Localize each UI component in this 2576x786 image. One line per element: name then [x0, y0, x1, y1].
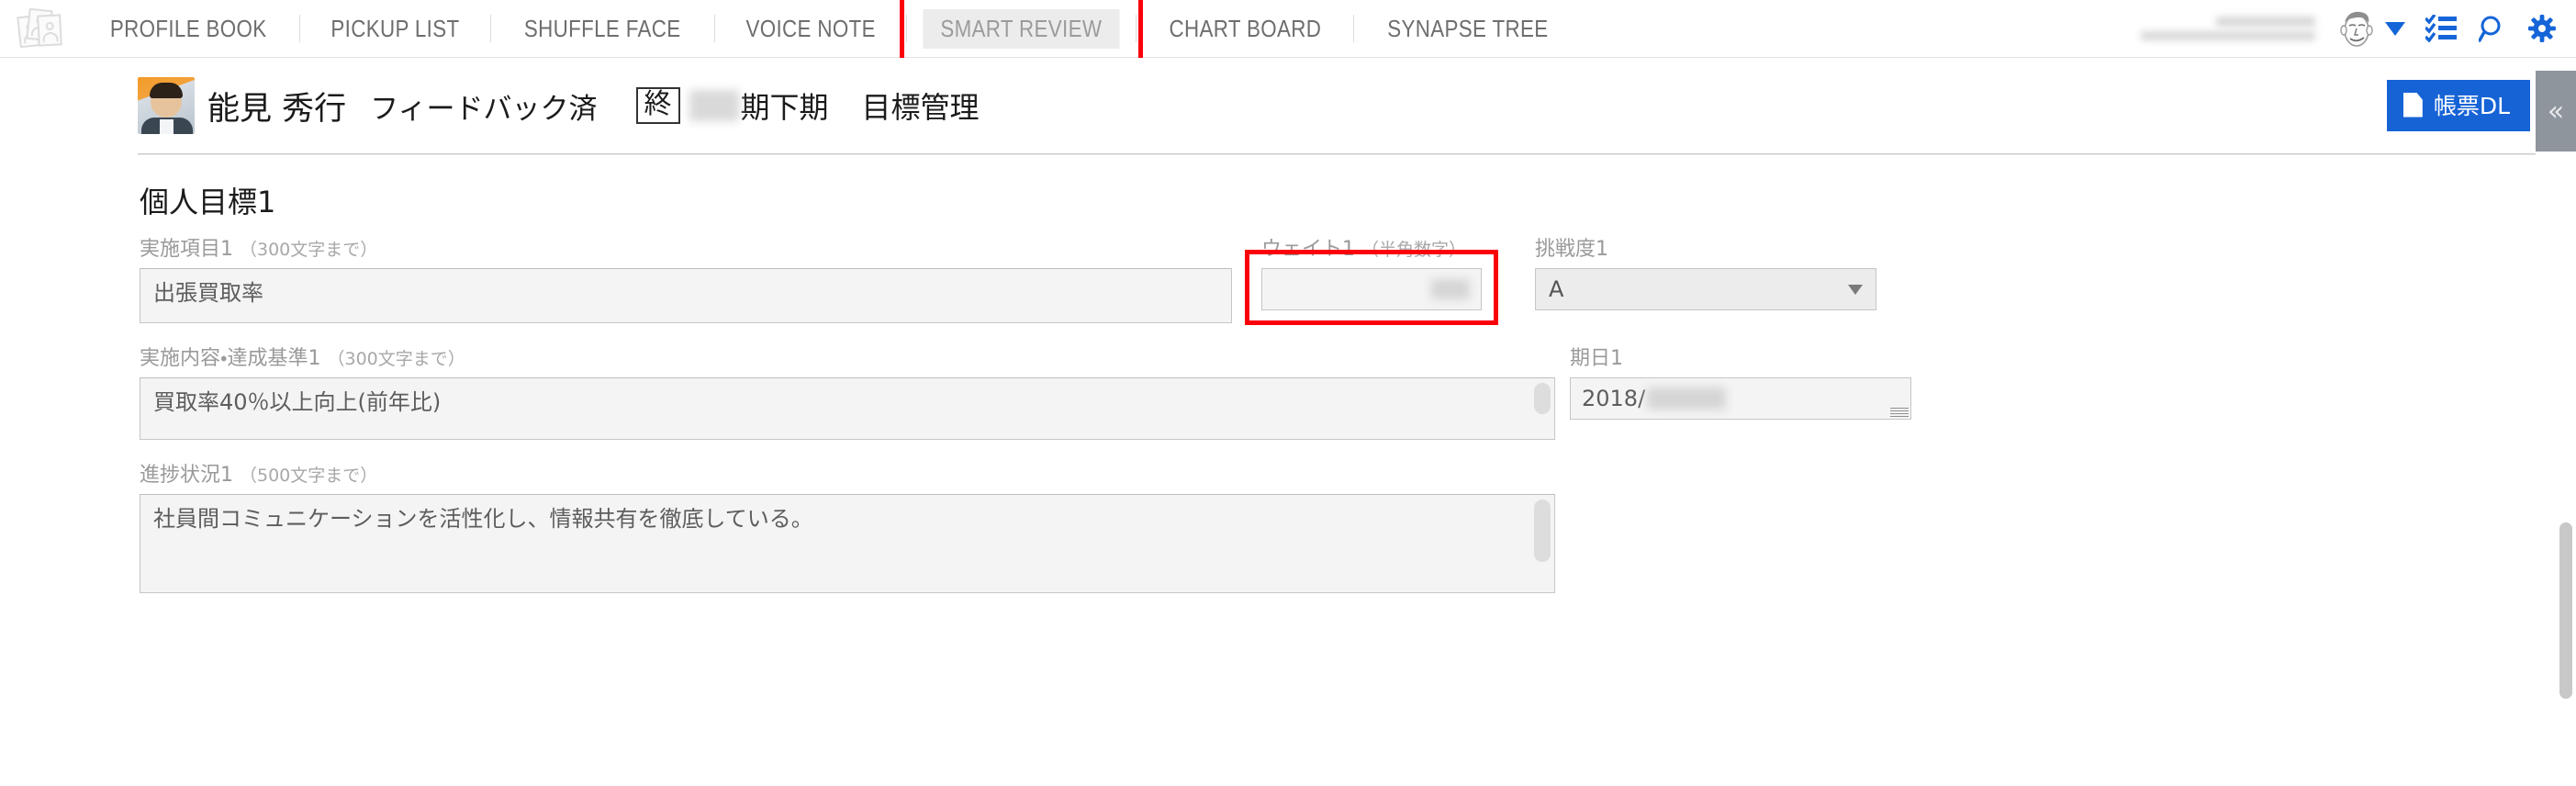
- nav-item-smart-review[interactable]: SMART REVIEW: [923, 8, 1120, 49]
- chevron-down-icon: [1848, 284, 1863, 295]
- download-report-label: 帳票DL: [2433, 93, 2510, 119]
- input-weight1[interactable]: [1261, 268, 1482, 310]
- input-item1[interactable]: 出張買取率: [140, 268, 1232, 323]
- nav-divider: [490, 15, 492, 42]
- goal-form: 実施項目1 （300文字まで） 出張買取率 ウェイト1 （半角数字） 挑戦度1 …: [0, 232, 2576, 593]
- nav-item-profile-book[interactable]: PROFILE BOOK: [93, 9, 284, 49]
- user-info-masked: [2141, 17, 2315, 40]
- document-header: 能見 秀行 フィードバック済 終 期下期 目標管理 帳票DL: [0, 58, 2576, 153]
- nav-item-chart-board[interactable]: CHART BOARD: [1151, 9, 1338, 49]
- field-item1: 実施項目1 （300文字まで） 出張買取率: [140, 232, 1232, 323]
- field-weight1: ウェイト1 （半角数字）: [1245, 232, 1498, 325]
- user-info-line-2-masked: [2141, 31, 2315, 40]
- employee-name: 能見 秀行: [207, 90, 347, 128]
- review-status-label: フィードバック済: [370, 92, 598, 126]
- checklist-icon[interactable]: [2424, 13, 2457, 43]
- field-challenge1: 挑戦度1 A: [1535, 232, 1876, 310]
- input-weight1-value-masked: [1431, 279, 1470, 299]
- field-label-duedate1: 期日1: [1570, 347, 1623, 370]
- input-criteria1[interactable]: 買取率40％以上向上(前年比): [140, 377, 1555, 440]
- input-duedate1-value-masked: [1647, 387, 1727, 410]
- nav-divider: [713, 15, 715, 42]
- nav-divider: [1353, 15, 1355, 42]
- input-duedate1[interactable]: 2018/: [1570, 377, 1911, 420]
- field-label-criteria1: 実施内容・達成基準1 （300文字まで）: [140, 347, 465, 370]
- user-avatar-icon[interactable]: [2337, 8, 2376, 49]
- field-duedate1: 期日1 2018/: [1570, 342, 1911, 420]
- resize-handle[interactable]: [1890, 408, 1909, 417]
- field-label-weight1: ウェイト1 （半角数字）: [1261, 238, 1467, 261]
- field-label-item1: 実施項目1 （300文字まで）: [140, 238, 378, 261]
- input-item1-value: 出張買取率: [153, 280, 263, 306]
- page-body: 能見 秀行 フィードバック済 終 期下期 目標管理 帳票DL « 個人目標1 実…: [0, 58, 2576, 786]
- nav-item-synapse-tree[interactable]: SYNAPSE TREE: [1371, 9, 1566, 49]
- page-title: 目標管理: [861, 90, 980, 125]
- chevron-down-icon[interactable]: [2385, 21, 2405, 36]
- field-criteria1: 実施内容・達成基準1 （300文字まで） 買取率40％以上向上(前年比): [140, 342, 1555, 440]
- form-row-3: 進捗状況1 （500文字まで） 社員間コミュニケーションを活性化し、情報共有を徹…: [140, 458, 2576, 593]
- photo-cards-logo-icon[interactable]: [17, 6, 64, 51]
- input-progress1[interactable]: 社員間コミュニケーションを活性化し、情報共有を徹底している。: [140, 494, 1555, 593]
- select-challenge1-value: A: [1549, 276, 1564, 302]
- gear-icon[interactable]: [2528, 15, 2556, 42]
- input-progress1-value: 社員間コミュニケーションを活性化し、情報共有を徹底している。: [153, 506, 813, 532]
- collapse-panel-button[interactable]: «: [2536, 71, 2576, 152]
- field-label-challenge1: 挑戦度1: [1535, 238, 1608, 261]
- nav-item-voice-note[interactable]: VOICE NOTE: [728, 9, 892, 49]
- textarea-scrollbar[interactable]: [1534, 383, 1551, 414]
- user-info-line-1-masked: [2216, 17, 2315, 27]
- nav-divider: [1135, 15, 1137, 42]
- document-icon: [2402, 92, 2423, 118]
- download-report-button[interactable]: 帳票DL: [2386, 80, 2530, 131]
- term-year-masked: [689, 90, 739, 121]
- nav-item-pickup-list[interactable]: PICKUP LIST: [314, 9, 477, 49]
- input-criteria1-value: 買取率40％以上向上(前年比): [153, 389, 442, 415]
- section-title-personal-goal: 個人目標1: [140, 185, 276, 219]
- search-icon[interactable]: [2478, 15, 2506, 42]
- nav-divider: [299, 15, 301, 42]
- field-progress1: 進捗状況1 （500文字まで） 社員間コミュニケーションを活性化し、情報共有を徹…: [140, 458, 1555, 593]
- field-label-progress1: 進捗状況1 （500文字まで）: [140, 464, 378, 487]
- page-scrollbar-thumb[interactable]: [2559, 522, 2572, 699]
- input-duedate1-value: 2018/: [1582, 386, 1646, 411]
- textarea-scrollbar[interactable]: [1534, 500, 1551, 562]
- employee-photo: [138, 77, 195, 134]
- form-row-2: 実施内容・達成基準1 （300文字まで） 買取率40％以上向上(前年比) 期日1…: [140, 342, 2576, 440]
- term-period-label: 期下期: [740, 90, 829, 125]
- nav-item-shuffle-face[interactable]: SHUFFLE FACE: [507, 9, 698, 49]
- term-badge: 終: [635, 87, 680, 124]
- smart-review-annotated-group: SMART REVIEW: [900, 0, 1143, 63]
- top-navigation-bar: PROFILE BOOK PICKUP LIST SHUFFLE FACE VO…: [0, 0, 2576, 63]
- select-challenge1[interactable]: A: [1535, 268, 1876, 310]
- header-divider: [138, 153, 2536, 155]
- nav-items: PROFILE BOOK PICKUP LIST SHUFFLE FACE VO…: [77, 0, 1582, 63]
- form-row-1: 実施項目1 （300文字まで） 出張買取率 ウェイト1 （半角数字） 挑戦度1 …: [140, 232, 2576, 325]
